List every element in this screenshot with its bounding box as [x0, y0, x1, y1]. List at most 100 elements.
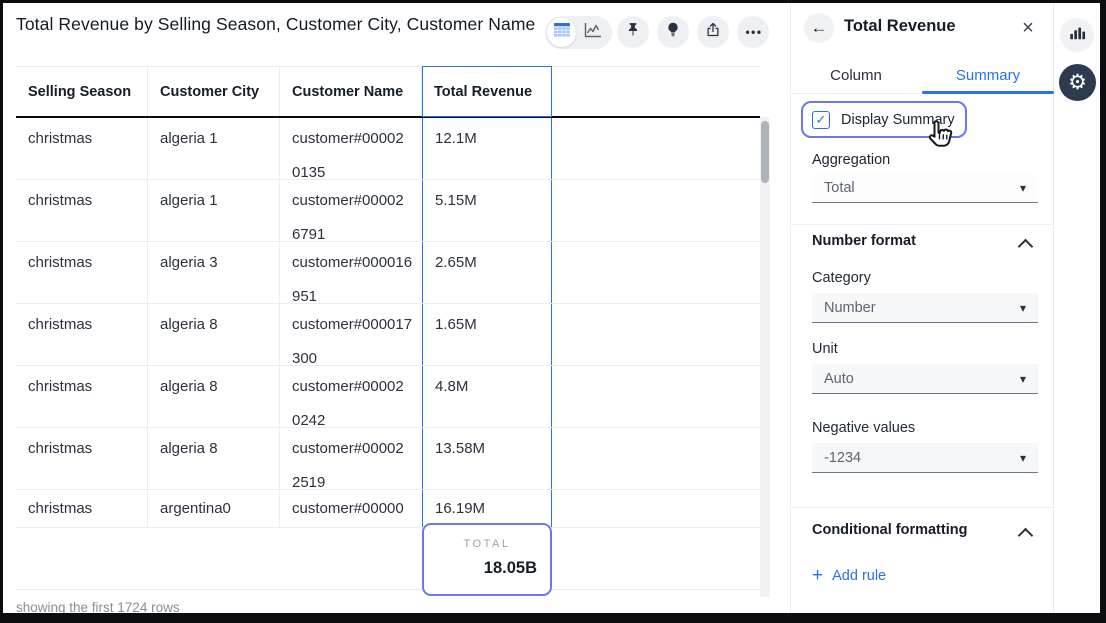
cell-customer[interactable]: customer#000017 300 [280, 304, 422, 365]
cell-city[interactable]: argentina0 [148, 490, 280, 527]
chevron-down-icon: ▾ [1020, 301, 1026, 315]
cell-season[interactable]: christmas [16, 118, 148, 179]
chevron-down-icon: ▾ [1020, 372, 1026, 386]
cell-revenue[interactable]: 16.19M [422, 490, 552, 527]
column-header-customer-city[interactable]: Customer City [148, 67, 280, 116]
section-divider [790, 224, 1054, 225]
cell-revenue[interactable]: 12.1M [422, 118, 552, 179]
chart-view-button[interactable] [576, 16, 609, 49]
summary-total-value: 18.05B [424, 559, 550, 578]
cell-revenue[interactable]: 2.65M [422, 242, 552, 303]
cell-empty [552, 366, 760, 427]
unit-label: Unit [812, 341, 838, 357]
cell-city[interactable]: algeria 8 [148, 366, 280, 427]
negative-values-dropdown[interactable]: -1234 ▾ [812, 443, 1038, 473]
table-scrollbar-track[interactable] [760, 117, 770, 597]
tab-summary[interactable]: Summary [922, 58, 1054, 93]
display-summary-highlight: ✓ Display Summary [801, 101, 967, 138]
category-label: Category [812, 270, 871, 286]
close-panel-button[interactable]: × [1016, 16, 1040, 40]
window-border [1100, 0, 1106, 623]
checkmark-icon: ✓ [816, 112, 827, 128]
display-summary-checkbox[interactable]: ✓ [812, 111, 830, 129]
unit-value: Auto [824, 371, 854, 387]
cell-city[interactable]: algeria 3 [148, 242, 280, 303]
category-dropdown[interactable]: Number ▾ [812, 293, 1038, 323]
cell-season[interactable]: christmas [16, 366, 148, 427]
cell-city[interactable]: algeria 8 [148, 428, 280, 489]
summary-total-box[interactable]: TOTAL 18.05B [422, 523, 552, 596]
table-scrollbar-thumb[interactable] [761, 121, 769, 183]
cell-revenue[interactable]: 1.65M [422, 304, 552, 365]
negative-values-value: -1234 [824, 450, 861, 466]
column-header-selling-season[interactable]: Selling Season [16, 67, 148, 116]
cell-revenue[interactable]: 5.15M [422, 180, 552, 241]
chart-config-button[interactable] [1060, 18, 1094, 52]
cell-city[interactable]: algeria 1 [148, 180, 280, 241]
page-title: Total Revenue by Selling Season, Custome… [16, 14, 535, 35]
cell-customer[interactable]: customer#00000 [280, 490, 422, 527]
unit-dropdown[interactable]: Auto ▾ [812, 364, 1038, 394]
panel-title: Total Revenue [844, 17, 956, 36]
summary-row [16, 528, 760, 590]
cell-season[interactable]: christmas [16, 180, 148, 241]
cell-revenue[interactable]: 4.8M [422, 366, 552, 427]
section-divider [790, 507, 1054, 508]
more-options-button[interactable]: ••• [737, 16, 769, 48]
chevron-up-icon [1018, 239, 1034, 255]
tab-column[interactable]: Column [790, 58, 922, 93]
cell-customer[interactable]: customer#000016 951 [280, 242, 422, 303]
table-view-button[interactable] [547, 18, 576, 47]
cell-customer[interactable]: customer#00002 0135 [280, 118, 422, 179]
share-button[interactable] [697, 16, 729, 48]
cell-empty [552, 304, 760, 365]
cell-season[interactable]: christmas [16, 304, 148, 365]
table-row: christmas algeria 1 customer#00002 6791 … [16, 180, 760, 242]
lightbulb-icon [664, 20, 682, 44]
cell-revenue[interactable]: 13.58M [422, 428, 552, 489]
cell-season[interactable]: christmas [16, 428, 148, 489]
table-row: christmas argentina0 customer#00000 16.1… [16, 490, 760, 528]
panel-tabs: Column Summary [790, 58, 1054, 94]
category-value: Number [824, 300, 876, 316]
cell-customer[interactable]: customer#00002 0242 [280, 366, 422, 427]
pin-icon [624, 20, 642, 44]
column-header-empty [552, 67, 760, 116]
settings-button[interactable]: ⚙ [1059, 64, 1096, 101]
cell-customer[interactable]: customer#00002 6791 [280, 180, 422, 241]
view-toggle [545, 16, 612, 49]
conditional-formatting-collapse-button[interactable] [1020, 528, 1031, 546]
gear-icon: ⚙ [1068, 70, 1087, 95]
cell-season[interactable]: christmas [16, 242, 148, 303]
column-header-total-revenue[interactable]: Total Revenue [422, 67, 552, 116]
table-view-icon [554, 23, 570, 42]
add-rule-button[interactable]: + Add rule [812, 568, 886, 584]
cell-city[interactable]: algeria 1 [148, 118, 280, 179]
column-header-customer-name[interactable]: Customer Name [280, 67, 422, 116]
conditional-formatting-section-title: Conditional formatting [812, 522, 967, 538]
window-border [0, 0, 3, 623]
insights-button[interactable] [657, 16, 689, 48]
cell-empty [552, 242, 760, 303]
answer-table: Selling Season Customer City Customer Na… [16, 66, 760, 590]
pin-button[interactable] [617, 16, 649, 48]
table-row: christmas algeria 3 customer#000016 951 … [16, 242, 760, 304]
chart-view-icon [584, 22, 602, 43]
chevron-down-icon: ▾ [1020, 451, 1026, 465]
back-button[interactable]: ← [804, 13, 834, 43]
cell-empty [552, 118, 760, 179]
number-format-collapse-button[interactable] [1020, 239, 1031, 257]
ellipsis-icon: ••• [743, 25, 762, 39]
cell-customer[interactable]: customer#00002 2519 [280, 428, 422, 489]
summary-total-label: TOTAL [424, 538, 550, 550]
aggregation-label: Aggregation [812, 152, 890, 168]
cell-season[interactable]: christmas [16, 490, 148, 527]
cell-empty [552, 490, 760, 527]
aggregation-dropdown[interactable]: Total ▾ [812, 174, 1038, 203]
negative-values-label: Negative values [812, 420, 915, 436]
cell-city[interactable]: algeria 8 [148, 304, 280, 365]
add-rule-label: Add rule [832, 568, 886, 584]
bar-chart-icon [1068, 24, 1086, 47]
share-icon [704, 20, 722, 44]
table-row: christmas algeria 8 customer#00002 0242 … [16, 366, 760, 428]
